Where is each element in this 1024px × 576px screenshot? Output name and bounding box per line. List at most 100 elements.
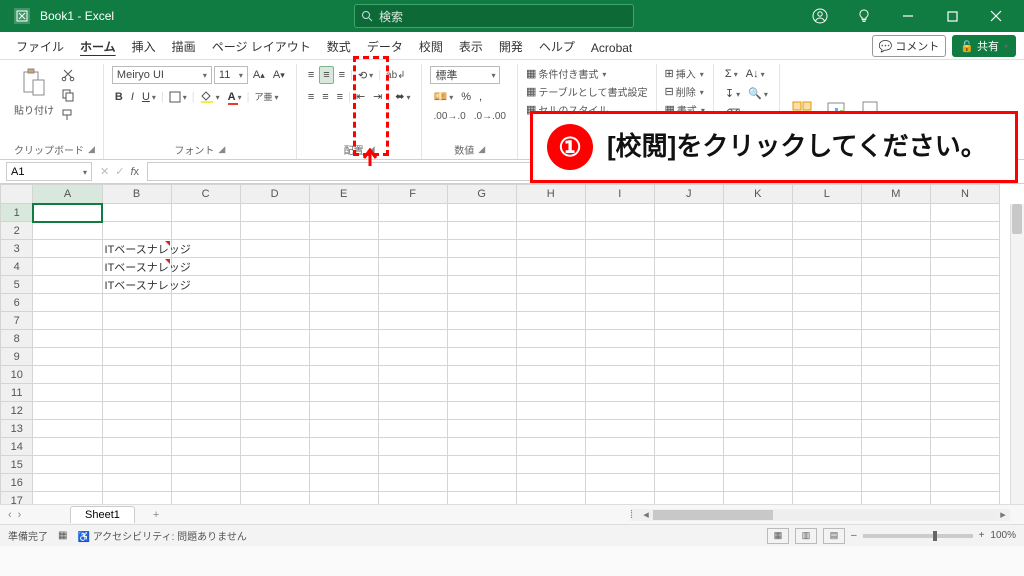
cell[interactable] [861, 420, 930, 438]
cell[interactable] [861, 204, 930, 222]
cell[interactable] [102, 366, 171, 384]
cell[interactable] [447, 312, 516, 330]
cell[interactable] [240, 402, 309, 420]
cell[interactable] [585, 276, 654, 294]
tab-file[interactable]: ファイル [8, 34, 72, 59]
cell[interactable] [930, 276, 999, 294]
cell[interactable] [585, 330, 654, 348]
bold-icon[interactable]: B [112, 89, 126, 105]
tab-developer[interactable]: 開発 [491, 34, 531, 59]
cell[interactable] [378, 402, 447, 420]
page-layout-view-button[interactable]: ▥ [795, 528, 817, 544]
cell[interactable] [654, 456, 723, 474]
cell[interactable] [585, 384, 654, 402]
cell[interactable] [861, 240, 930, 258]
cell[interactable] [516, 276, 585, 294]
vertical-scrollbar[interactable] [1010, 204, 1024, 504]
row-header[interactable]: 1 [1, 204, 33, 222]
cell[interactable] [930, 366, 999, 384]
dialog-launcher-icon[interactable]: ◢ [368, 144, 375, 155]
select-all-corner[interactable] [1, 185, 33, 204]
cell[interactable] [792, 330, 861, 348]
cell[interactable] [171, 402, 240, 420]
zoom-slider[interactable] [863, 534, 973, 538]
cancel-icon[interactable]: ✕ [100, 165, 109, 178]
cell[interactable] [378, 312, 447, 330]
cell[interactable] [33, 456, 102, 474]
tab-insert[interactable]: 挿入 [124, 34, 164, 59]
cell[interactable] [447, 258, 516, 276]
row-header[interactable]: 15 [1, 456, 33, 474]
align-left-icon[interactable]: ≡ [305, 89, 317, 105]
cell[interactable] [102, 384, 171, 402]
cell[interactable] [33, 240, 102, 258]
cell[interactable] [309, 330, 378, 348]
row-header[interactable]: 3 [1, 240, 33, 258]
column-header[interactable]: H [516, 185, 585, 204]
cell[interactable] [723, 222, 792, 240]
orientation-icon[interactable]: ⟲ [355, 67, 376, 84]
cell[interactable] [861, 348, 930, 366]
row-header[interactable]: 11 [1, 384, 33, 402]
cell[interactable] [654, 240, 723, 258]
cell[interactable] [516, 330, 585, 348]
cell[interactable]: ITベースナレッジ [102, 258, 171, 276]
cell[interactable] [792, 276, 861, 294]
cell[interactable] [33, 402, 102, 420]
cell[interactable] [447, 456, 516, 474]
cell[interactable] [792, 222, 861, 240]
cell[interactable] [33, 366, 102, 384]
column-header[interactable]: B [102, 185, 171, 204]
format-as-table-button[interactable]: ▦テーブルとして書式設定 [526, 84, 648, 99]
cell[interactable] [723, 474, 792, 492]
cell[interactable] [240, 366, 309, 384]
cell[interactable] [516, 438, 585, 456]
cell[interactable] [33, 438, 102, 456]
cell[interactable] [309, 402, 378, 420]
cell[interactable] [861, 402, 930, 420]
cell[interactable] [309, 204, 378, 222]
cell[interactable] [102, 438, 171, 456]
cell[interactable] [930, 474, 999, 492]
cell[interactable] [792, 204, 861, 222]
cell[interactable] [792, 474, 861, 492]
cell[interactable] [309, 348, 378, 366]
normal-view-button[interactable]: ▦ [767, 528, 789, 544]
cell[interactable] [654, 474, 723, 492]
cell[interactable] [171, 366, 240, 384]
cell[interactable] [240, 474, 309, 492]
cell[interactable] [447, 474, 516, 492]
cell[interactable] [102, 474, 171, 492]
decrease-indent-icon[interactable]: ⇤ [353, 88, 368, 105]
column-header[interactable]: C [171, 185, 240, 204]
cell[interactable] [309, 420, 378, 438]
cell[interactable] [378, 474, 447, 492]
tab-help[interactable]: ヘルプ [531, 34, 583, 59]
tab-next-icon[interactable]: › [18, 509, 22, 521]
cell[interactable] [654, 294, 723, 312]
macro-icon[interactable]: ▦ [58, 530, 67, 541]
cell[interactable]: ITベースナレッジ [102, 276, 171, 294]
column-header[interactable]: K [723, 185, 792, 204]
cell[interactable] [861, 294, 930, 312]
cell[interactable] [861, 222, 930, 240]
autosum-icon[interactable]: Σ [722, 66, 741, 82]
cell[interactable] [102, 348, 171, 366]
cell[interactable] [516, 240, 585, 258]
column-header[interactable]: F [378, 185, 447, 204]
cell[interactable] [240, 240, 309, 258]
cell[interactable] [654, 330, 723, 348]
cell[interactable] [240, 204, 309, 222]
cell[interactable] [792, 348, 861, 366]
cell[interactable] [792, 438, 861, 456]
cell[interactable] [378, 204, 447, 222]
cell[interactable] [585, 204, 654, 222]
cell[interactable] [33, 276, 102, 294]
cell[interactable] [447, 420, 516, 438]
cell[interactable] [171, 456, 240, 474]
align-bottom-icon[interactable]: ≡ [336, 67, 348, 83]
cell[interactable] [585, 294, 654, 312]
insert-cells-button[interactable]: ⊞挿入 [665, 66, 704, 81]
increase-font-icon[interactable]: A▴ [250, 67, 268, 83]
column-header[interactable]: D [240, 185, 309, 204]
